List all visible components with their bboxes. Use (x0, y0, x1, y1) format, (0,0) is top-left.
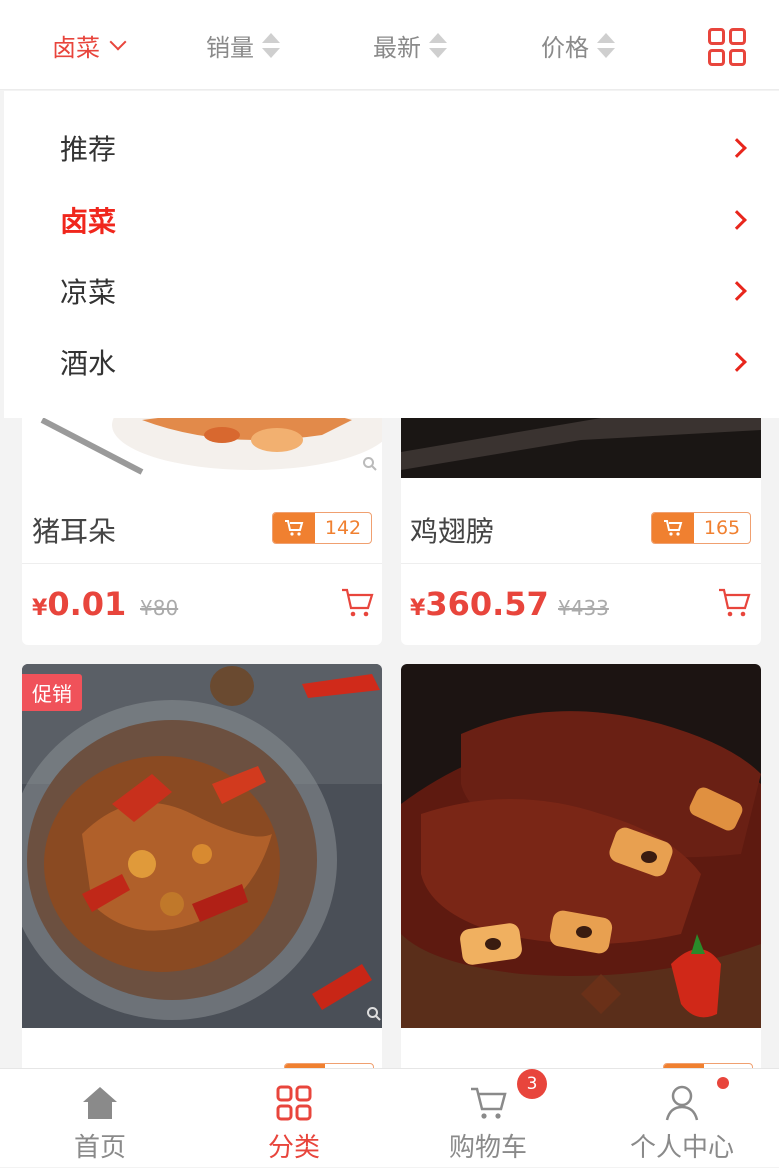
tab-label: 首页 (73, 1133, 126, 1163)
product-name: 猪耳朵 (32, 515, 117, 548)
original-price: ¥80 (140, 596, 179, 620)
product-card[interactable]: 猪耳朵 142 ¥0.01 ¥80 (22, 380, 382, 645)
product-price: ¥360.57 (410, 585, 549, 623)
currency-symbol: ¥ (410, 596, 426, 621)
filter-price[interactable]: 价格 (541, 0, 615, 90)
dropdown-item-braised[interactable]: 卤菜 (4, 184, 779, 255)
card-divider (22, 1028, 382, 1029)
filter-category[interactable]: 卤菜 (52, 0, 127, 90)
chevron-right-icon (727, 351, 747, 372)
card-divider (401, 563, 761, 564)
product-image (22, 664, 382, 1028)
chevron-right-icon (727, 280, 747, 301)
filter-sales[interactable]: 销量 (206, 0, 280, 90)
notification-dot (717, 1077, 729, 1089)
product-card[interactable] (401, 664, 761, 1084)
product-card[interactable]: 促销 (22, 664, 382, 1084)
grid-icon (276, 1085, 312, 1121)
dropdown-item-drinks[interactable]: 酒水 (4, 326, 779, 397)
sort-arrows-icon (597, 32, 615, 58)
product-card[interactable]: 鸡翅膀 165 ¥360.57 ¥433 (401, 380, 761, 645)
add-to-cart-icon[interactable] (717, 587, 751, 619)
product-name: 鸡翅膀 (410, 515, 495, 548)
tab-cart[interactable]: 购物车 3 (391, 1069, 585, 1168)
cart-count-badge: 3 (517, 1069, 547, 1099)
sort-arrows-icon (429, 32, 447, 58)
filter-bar: 卤菜 销量 最新 价格 (0, 0, 779, 90)
dropdown-item-label: 卤菜 (60, 204, 117, 238)
sales-badge: 142 (272, 512, 372, 544)
tab-label: 分类 (267, 1133, 320, 1163)
chevron-right-icon (727, 137, 747, 158)
filter-category-label: 卤菜 (52, 33, 100, 62)
promo-tag: 促销 (22, 674, 82, 711)
dropdown-item-label: 推荐 (60, 132, 117, 166)
product-image (401, 664, 761, 1028)
zoom-icon (367, 1007, 381, 1021)
filter-newest[interactable]: 最新 (373, 0, 447, 90)
sales-count: 165 (703, 517, 741, 539)
currency-symbol: ¥ (32, 596, 48, 621)
add-to-cart-icon[interactable] (340, 587, 374, 619)
chevron-right-icon (727, 209, 747, 230)
filter-price-label: 价格 (541, 33, 589, 62)
price-value: 0.01 (47, 585, 127, 623)
sort-arrows-icon (262, 32, 280, 58)
user-icon (665, 1085, 699, 1121)
tab-profile[interactable]: 个人中心 (585, 1069, 779, 1168)
bottom-tab-bar: 首页 分类 购物车 3 个人中心 (0, 1068, 779, 1167)
cart-icon (471, 1087, 507, 1119)
card-divider (22, 563, 382, 564)
dropdown-item-recommend[interactable]: 推荐 (4, 112, 779, 183)
grid-view-icon[interactable] (708, 28, 746, 66)
filter-newest-label: 最新 (373, 33, 421, 62)
sales-count: 142 (324, 517, 362, 539)
dropdown-item-label: 酒水 (60, 346, 117, 380)
chevron-down-icon (109, 33, 127, 51)
home-icon (83, 1087, 117, 1119)
filter-sales-label: 销量 (206, 33, 254, 62)
tab-category[interactable]: 分类 (197, 1069, 391, 1168)
tab-label: 个人中心 (629, 1133, 734, 1163)
cart-icon (652, 513, 694, 543)
product-price: ¥0.01 (32, 585, 126, 623)
tab-home[interactable]: 首页 (3, 1069, 197, 1168)
sales-badge: 165 (651, 512, 751, 544)
dropdown-item-cold-dish[interactable]: 凉菜 (4, 255, 779, 326)
price-value: 360.57 (425, 585, 549, 623)
original-price: ¥433 (558, 596, 609, 620)
dropdown-item-label: 凉菜 (60, 275, 117, 309)
cart-icon (273, 513, 315, 543)
zoom-icon (363, 457, 377, 471)
tab-label: 购物车 (448, 1133, 527, 1163)
category-dropdown: 推荐 卤菜 凉菜 酒水 (4, 91, 779, 418)
